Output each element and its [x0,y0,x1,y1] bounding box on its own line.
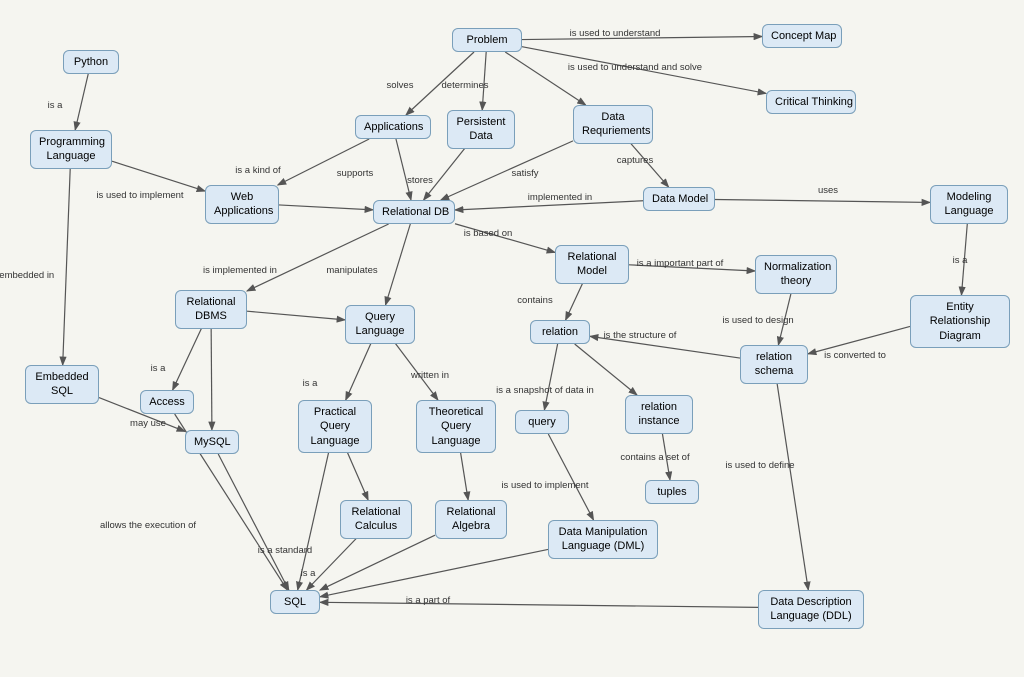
node-persistent-data: Persistent Data [447,110,515,149]
node-relation-instance: relation instance [625,395,693,434]
edge-label: is used to understand and solve [568,62,702,73]
node-relation-schema: relation schema [740,345,808,384]
edge-label: implemented in [528,192,592,203]
edge-label: determines [442,80,489,91]
arrows-svg [0,0,1024,677]
edge-label: manipulates [326,265,377,276]
edge-label: is a [303,378,318,389]
node-ddl: Data Description Language (DDL) [758,590,864,629]
node-relational-db: Relational DB [373,200,455,224]
edge-label: may use [130,418,166,429]
node-practical-query: Practical Query Language [298,400,372,453]
edge-label: is used to implement [96,190,183,201]
edge-label: is used to define [725,460,794,471]
edge-label: is used to understand [570,28,661,39]
edge-label: captures [617,155,653,166]
edge-label: is the structure of [604,330,677,341]
edge-label: is a [953,255,968,266]
edge-label: allows the execution of [100,520,196,531]
edge-label: is used to design [722,315,793,326]
node-relation: relation [530,320,590,344]
node-data-model: Data Model [643,187,715,211]
node-query: query [515,410,569,434]
node-relational-calculus: Relational Calculus [340,500,412,539]
node-query-language: Query Language [345,305,415,344]
node-tuples: tuples [645,480,699,504]
edge-label: is a [48,100,63,111]
edge-label: is a part of [406,595,450,606]
edge-label: written in [411,370,449,381]
node-python: Python [63,50,119,74]
node-web-applications: Web Applications [205,185,279,224]
node-modeling-language: Modeling Language [930,185,1008,224]
node-data-requirements: Data Requriements [573,105,653,144]
edge-label: is a snapshot of data in [496,385,594,396]
edge-label: is based on [464,228,513,239]
edge-label: is a kind of [235,165,280,176]
node-normalization-theory: Normalization theory [755,255,837,294]
node-critical-thinking: Critical Thinking [766,90,856,114]
node-embedded-sql: Embedded SQL [25,365,99,404]
edge-label: is a [301,568,316,579]
node-entity-relationship: Entity Relationship Diagram [910,295,1010,348]
edge-label: is a [151,363,166,374]
node-sql: SQL [270,590,320,614]
node-relational-dbms: Relational DBMS [175,290,247,329]
edge-label: is a important part of [637,258,724,269]
edge-label: is used to implement [501,480,588,491]
edge-label: satisfy [512,168,539,179]
node-concept-map: Concept Map [762,24,842,48]
edge-label: is a standard [258,545,312,556]
node-mysql: MySQL [185,430,239,454]
edge-label: contains a set of [620,452,689,463]
node-dml: Data Manipulation Language (DML) [548,520,658,559]
node-programming-language: Programming Language [30,130,112,169]
node-access: Access [140,390,194,414]
node-applications: Applications [355,115,431,139]
node-relational-algebra: Relational Algebra [435,500,507,539]
edge-label: uses [818,185,838,196]
edge-label: is implemented in [203,265,277,276]
node-theoretical-query: Theoretical Query Language [416,400,496,453]
edge-label: contains [517,295,552,306]
edge-label: supports [337,168,373,179]
edge-label: solves [387,80,414,91]
edge-label: stores [407,175,433,186]
node-problem: Problem [452,28,522,52]
node-relational-model: Relational Model [555,245,629,284]
concept-map: Problem Concept Map Critical Thinking Appli… [0,0,1024,677]
edge-label: is embedded in [0,270,54,281]
edge-label: is converted to [824,350,886,361]
